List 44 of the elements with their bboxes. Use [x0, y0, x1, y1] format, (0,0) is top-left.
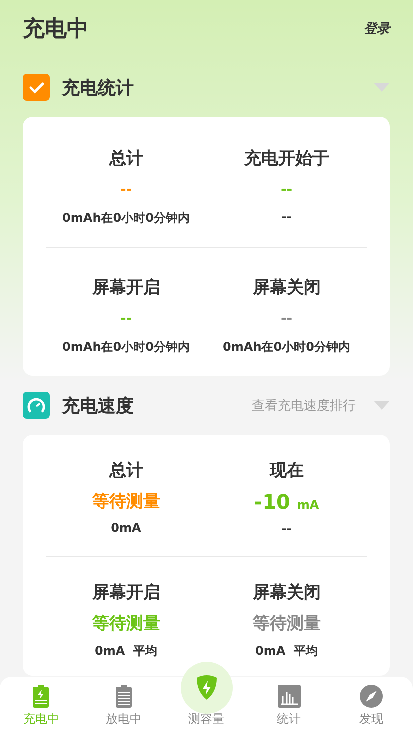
stat-detail: --: [282, 210, 292, 224]
stat-value: -10 mA: [254, 490, 320, 514]
ranking-link[interactable]: 查看充电速度排行: [252, 396, 356, 414]
section-title: 充电速度: [62, 394, 135, 418]
nav-tab[interactable]: 统计: [248, 677, 330, 734]
nav-tab[interactable]: 充电中: [0, 677, 83, 734]
compass-icon: [360, 685, 384, 708]
stat-title: 现在: [270, 460, 304, 482]
stat-detail: 0mA 平均: [256, 643, 318, 660]
shield-bolt-icon: [194, 675, 218, 701]
dropdown-caret-icon[interactable]: [374, 83, 390, 92]
measure-button[interactable]: [180, 662, 232, 714]
stat-value: 等待测量: [92, 491, 160, 513]
stat-detail: 0mAh在0小时0分钟内: [62, 210, 190, 227]
checkmark-icon: [28, 82, 44, 94]
battery-icon: [116, 685, 132, 708]
login-link[interactable]: 登录: [364, 20, 390, 38]
dropdown-caret-icon[interactable]: [374, 401, 390, 410]
stat-value: --: [280, 311, 293, 327]
charging-battery-icon: [33, 685, 50, 708]
stat-value: --: [120, 311, 132, 327]
stat-detail: 0mA: [111, 521, 142, 535]
bar-chart-icon: [278, 685, 301, 708]
stat-detail: 0mA 平均: [95, 643, 158, 660]
nav-tab[interactable]: 测容量: [165, 711, 248, 734]
stat-detail: 0mAh在0小时0分钟内: [62, 339, 190, 356]
nav-tab[interactable]: 放电中: [82, 677, 166, 734]
stat-title: 屏幕开启: [92, 277, 160, 299]
page-title: 充电中: [23, 16, 89, 44]
stat-value: --: [120, 182, 132, 198]
section-title: 充电统计: [62, 76, 135, 100]
stat-title: 屏幕开启: [92, 582, 160, 604]
nav-tab[interactable]: 发现: [330, 677, 413, 734]
stat-title: 屏幕关闭: [252, 277, 321, 299]
stat-value: 等待测量: [252, 613, 321, 635]
stat-value: --: [280, 182, 293, 198]
stat-title: 充电开始于: [244, 148, 330, 170]
stat-detail: --: [282, 522, 292, 536]
stat-title: 屏幕关闭: [252, 582, 321, 604]
stat-title: 总计: [109, 148, 144, 170]
stat-title: 总计: [109, 460, 144, 482]
stat-detail: 0mAh在0小时0分钟内: [223, 339, 350, 356]
gauge-icon: [27, 397, 46, 414]
stat-value: 等待测量: [92, 613, 160, 635]
